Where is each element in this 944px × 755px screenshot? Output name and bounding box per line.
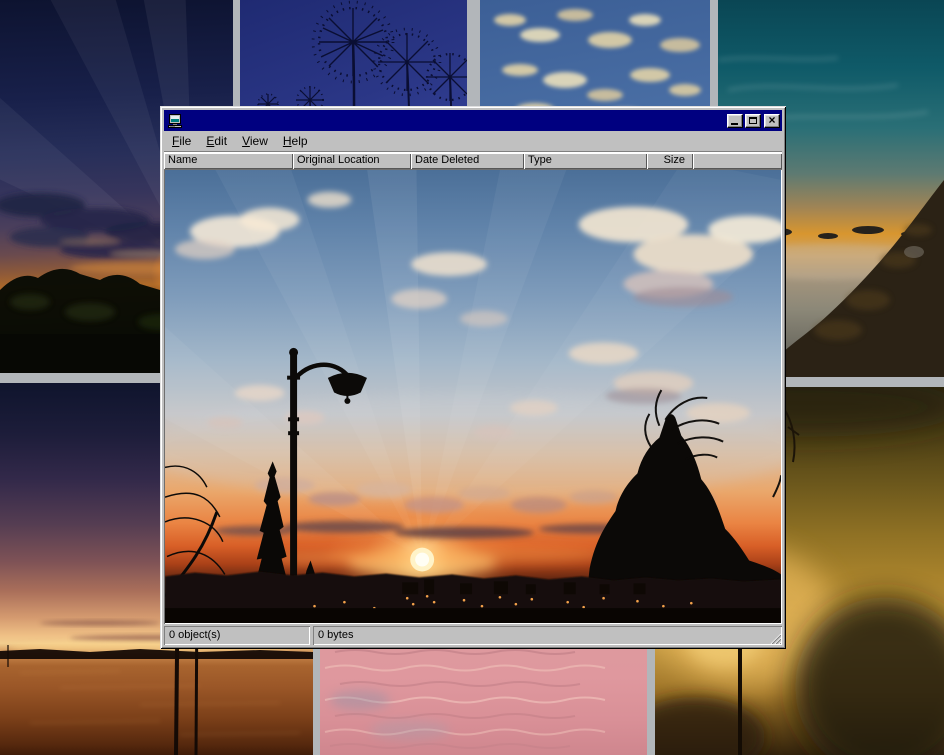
column-header-size[interactable]: Size [647,153,693,169]
resize-grip-icon[interactable] [768,631,781,644]
minimize-button[interactable] [727,114,743,128]
maximize-button[interactable] [745,114,761,128]
minimize-icon [731,123,738,125]
desktop: { "window": { "title": "", "menu_items":… [0,0,944,755]
list-view-area[interactable] [164,169,782,624]
status-bar: 0 object(s) 0 bytes [164,626,782,645]
column-header-name[interactable]: Name [164,153,293,169]
close-icon: × [768,115,775,125]
status-objects: 0 object(s) [164,626,310,645]
close-button[interactable]: × [764,114,780,128]
menu-bar: File Edit View Help [164,131,782,151]
column-header-type[interactable]: Type [524,153,647,169]
column-header-blank[interactable] [693,153,782,169]
computer-icon[interactable] [167,113,183,129]
status-bytes: 0 bytes [313,626,782,645]
column-header-date-deleted[interactable]: Date Deleted [411,153,524,169]
menu-view[interactable]: View [235,132,276,150]
sunset-street-lamp-photo [165,170,781,623]
column-headers: Name Original Location Date Deleted Type… [164,153,782,169]
status-bytes-text: 0 bytes [318,629,353,641]
recycle-bin-window: × File Edit View Help Name Original Loca… [160,106,786,649]
maximize-icon [749,117,757,124]
menu-edit[interactable]: Edit [199,132,235,150]
menu-help[interactable]: Help [276,132,316,150]
menu-file[interactable]: File [165,132,199,150]
column-header-original-location[interactable]: Original Location [293,153,411,169]
title-bar[interactable]: × [164,110,782,131]
